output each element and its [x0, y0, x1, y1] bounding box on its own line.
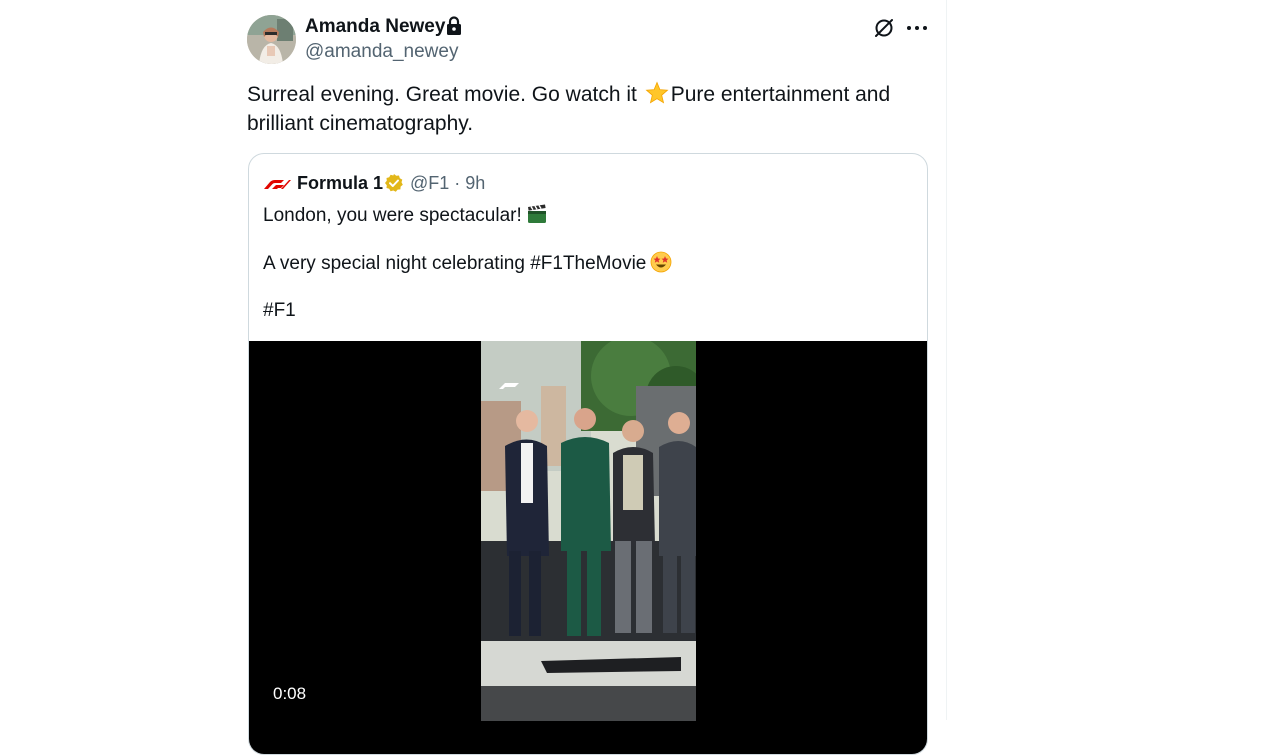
author-handle[interactable]: @amanda_newey: [305, 40, 458, 64]
video-timestamp: 0:08: [273, 684, 307, 703]
star-emoji: [645, 81, 669, 104]
grok-icon[interactable]: [872, 16, 896, 40]
f1-logo: [264, 180, 291, 189]
tweet-text: Surreal evening. Great movie. Go watch i…: [247, 80, 927, 138]
video-thumbnail: [481, 341, 696, 721]
column-divider: [946, 0, 947, 720]
more-icon[interactable]: [906, 16, 928, 40]
verified-badge-icon: [385, 174, 403, 192]
quoted-tweet-card[interactable]: Formula 1 @F1 · 9h London, you were spec…: [248, 153, 928, 755]
clapper-board-emoji: [527, 204, 546, 223]
quoted-text-line-2: A very special night celebrating #F1TheM…: [263, 251, 672, 276]
quoted-text-line-3: #F1: [263, 300, 296, 321]
star-struck-emoji: [650, 251, 672, 273]
quoted-line-1-text: London, you were spectacular!: [263, 205, 522, 226]
video-player[interactable]: 0:08: [249, 341, 927, 754]
quoted-handle-time[interactable]: @F1 · 9h: [410, 172, 485, 194]
quoted-author-name[interactable]: Formula 1: [297, 172, 383, 194]
quoted-line-2-text: A very special night celebrating #F1TheM…: [263, 253, 647, 274]
avatar[interactable]: [247, 15, 296, 64]
tweet-text-part-1: Surreal evening. Great movie. Go watch i…: [247, 83, 643, 106]
author-display-name[interactable]: Amanda Newey: [305, 14, 445, 40]
quoted-text-line-1: London, you were spectacular!: [263, 203, 548, 228]
lock-icon: [447, 16, 461, 35]
profile-photo: [247, 15, 296, 64]
premiere-photo: [481, 341, 696, 721]
